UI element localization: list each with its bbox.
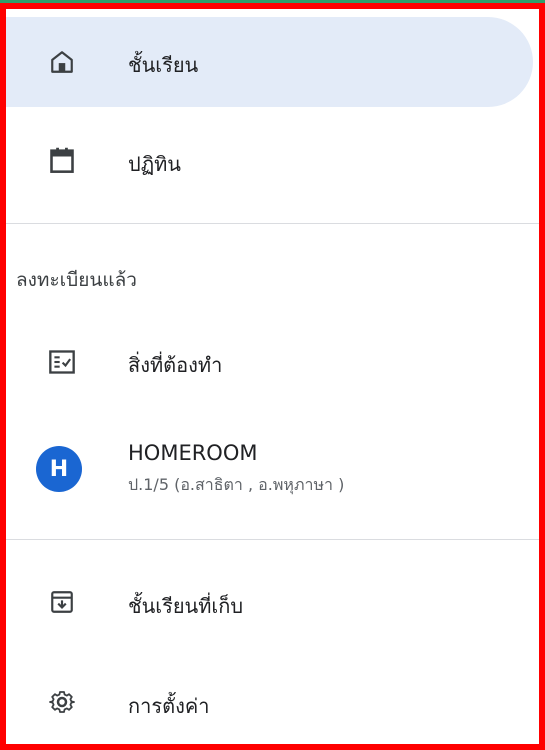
calendar-icon xyxy=(44,142,80,178)
nav-item-archived-classes[interactable]: ชั้นเรียนที่เก็บ xyxy=(6,559,539,645)
navigation-drawer: ชั้นเรียน ปฏิทิน ลงทะเบียนแล้ว สิ่งที่ต้… xyxy=(6,9,539,744)
nav-item-todo-label: สิ่งที่ต้องทำ xyxy=(128,353,223,377)
nav-item-calendar[interactable]: ปฏิทิน xyxy=(6,117,539,203)
nav-divider xyxy=(6,539,539,540)
nav-item-classes[interactable]: ชั้นเรียน xyxy=(6,17,533,107)
todo-checklist-icon xyxy=(44,344,80,380)
nav-item-classes-label: ชั้นเรียน xyxy=(128,53,199,77)
class-name: HOMEROOM xyxy=(128,441,258,465)
nav-divider xyxy=(6,223,539,224)
class-teachers: ป.1/5 (อ.สาธิตา , อ.พหุภาษา ) xyxy=(128,475,345,494)
nav-item-todo[interactable]: สิ่งที่ต้องทำ xyxy=(6,319,539,405)
nav-item-calendar-label: ปฏิทิน xyxy=(128,152,181,176)
archive-icon xyxy=(44,584,80,620)
enrolled-section-title: ลงทะเบียนแล้ว xyxy=(16,269,137,291)
nav-item-class-homeroom[interactable]: H HOMEROOM ป.1/5 (อ.สาธิตา , อ.พหุภาษา ) xyxy=(6,419,539,519)
home-icon xyxy=(44,44,80,80)
class-avatar: H xyxy=(36,446,82,492)
highlight-frame: ชั้นเรียน ปฏิทิน ลงทะเบียนแล้ว สิ่งที่ต้… xyxy=(0,3,545,750)
gear-icon xyxy=(44,684,80,720)
nav-item-settings-label: การตั้งค่า xyxy=(128,694,210,718)
nav-item-archived-classes-label: ชั้นเรียนที่เก็บ xyxy=(128,594,244,618)
nav-item-settings[interactable]: การตั้งค่า xyxy=(6,659,539,744)
